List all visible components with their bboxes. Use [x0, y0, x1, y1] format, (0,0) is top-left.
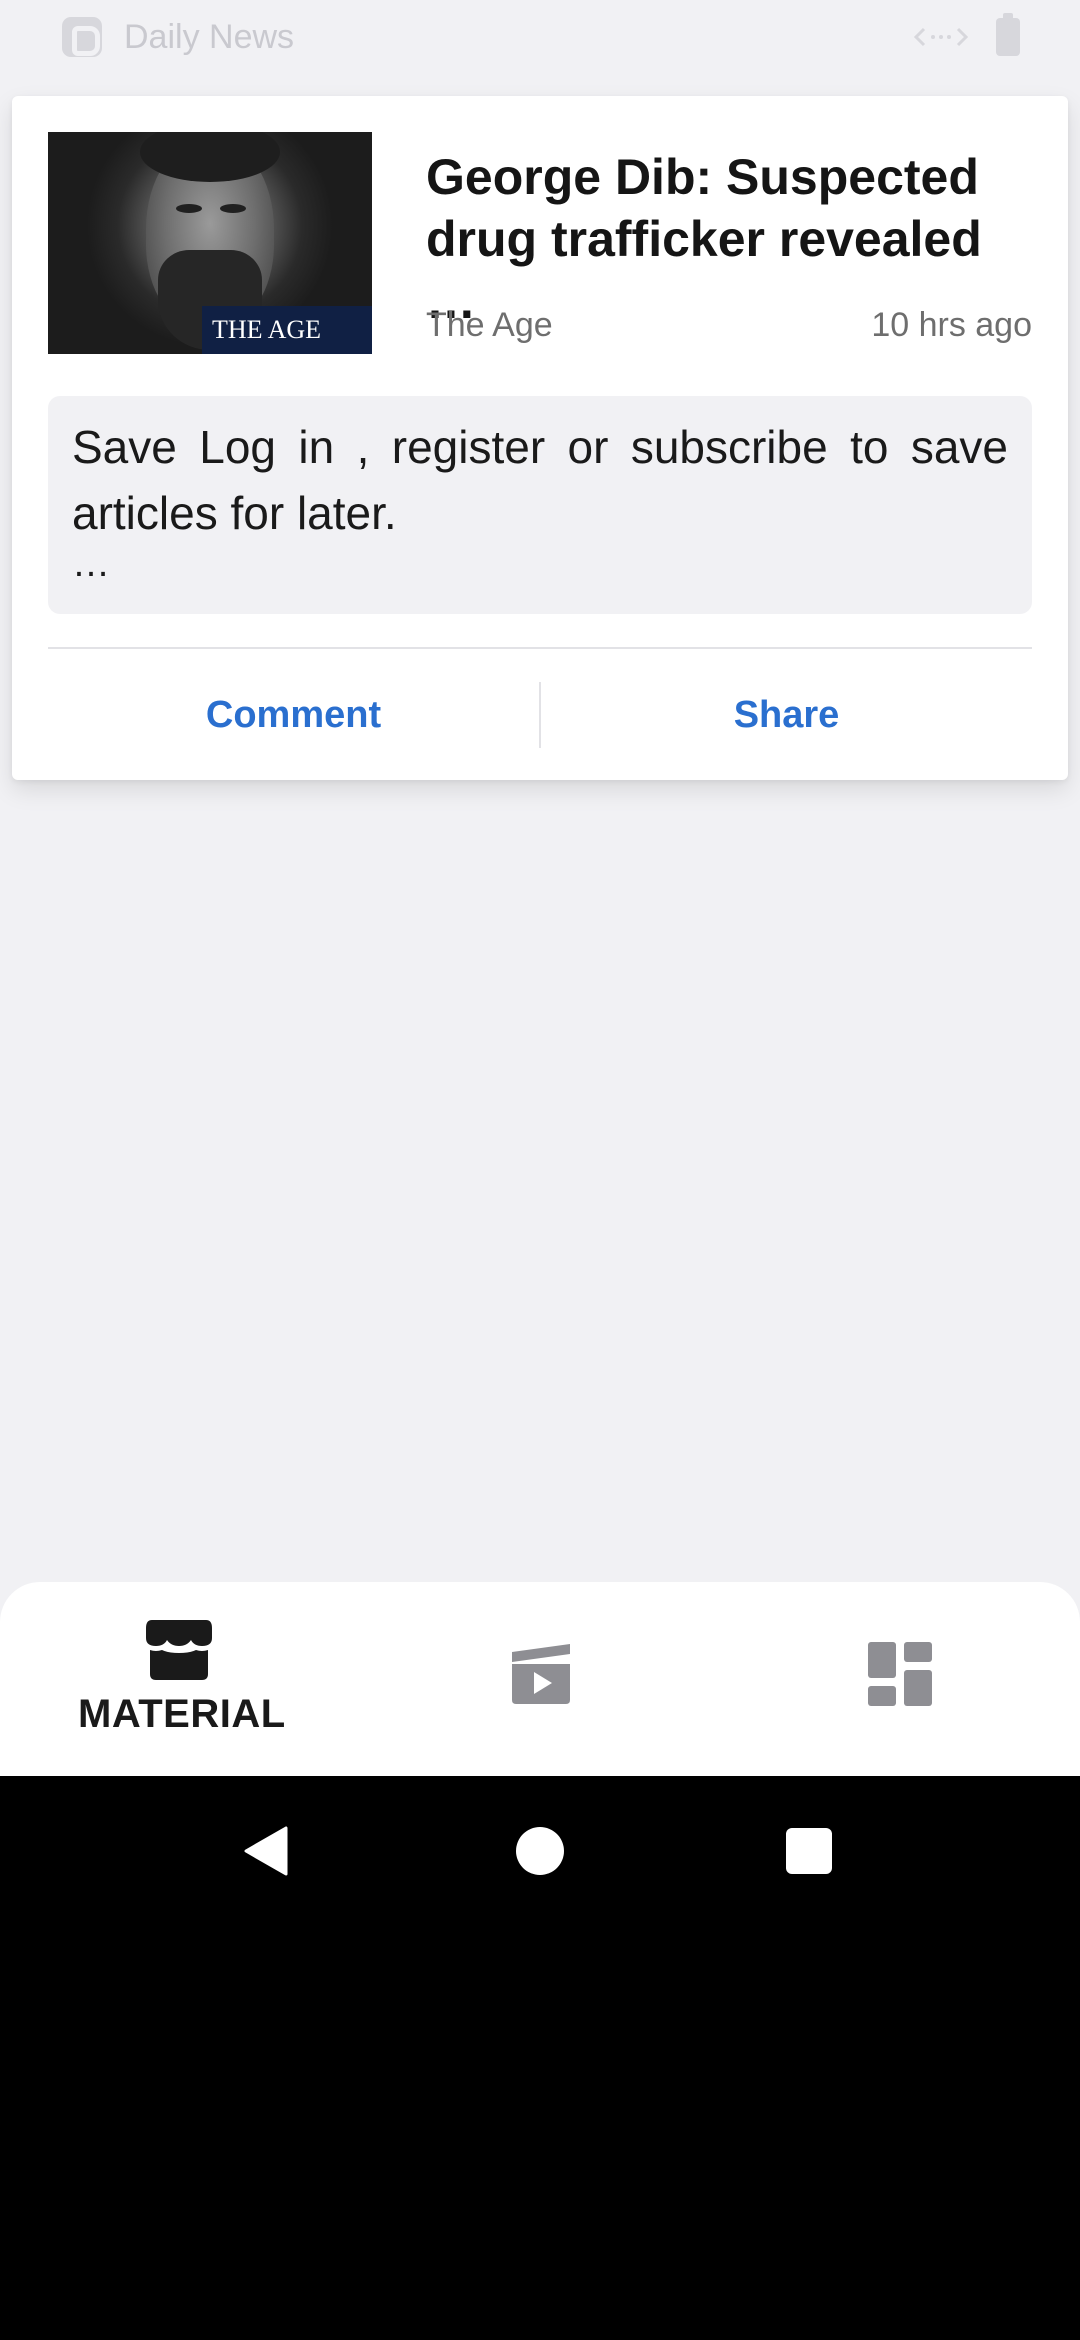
article-thumbnail[interactable]: THE AGE — [48, 132, 372, 354]
nav-item-dashboard[interactable] — [800, 1582, 1000, 1776]
card-header: THE AGE George Dib: Suspected drug traff… — [48, 132, 1032, 354]
thumbnail-eye — [220, 204, 246, 213]
app-icon — [62, 17, 102, 57]
status-icons — [914, 13, 1020, 56]
card-divider — [48, 647, 1032, 649]
nav-item-material[interactable]: MATERIAL — [78, 1582, 285, 1776]
excerpt-text: Save Log in , register or subscribe to s… — [72, 421, 1008, 539]
status-app: Daily News — [62, 17, 294, 57]
status-bar: Daily News — [0, 0, 1080, 74]
dashboard-icon — [868, 1642, 932, 1706]
comment-button[interactable]: Comment — [48, 682, 539, 748]
battery-icon — [996, 13, 1020, 56]
app-title: Daily News — [124, 17, 295, 56]
thumbnail-masthead: THE AGE — [202, 306, 372, 354]
recent-apps-icon[interactable] — [786, 1828, 832, 1874]
thumbnail-eye — [176, 204, 202, 213]
store-icon — [146, 1620, 212, 1680]
card-actions: Comment Share — [48, 682, 1032, 748]
data-transfer-icon — [914, 27, 968, 47]
video-icon — [512, 1644, 570, 1704]
back-icon[interactable] — [242, 1826, 288, 1876]
article-headline[interactable]: George Dib: Suspected drug trafficker re… — [426, 146, 1032, 332]
nav-item-video[interactable] — [440, 1582, 640, 1776]
home-icon[interactable] — [516, 1827, 564, 1875]
news-card[interactable]: THE AGE George Dib: Suspected drug traff… — [12, 96, 1068, 780]
article-source: The Age — [426, 306, 553, 344]
excerpt-ellipsis: … — [72, 543, 110, 585]
bottom-navigation: MATERIAL — [0, 1582, 1080, 1776]
nav-label-material: MATERIAL — [78, 1692, 286, 1736]
share-button[interactable]: Share — [541, 682, 1032, 748]
article-excerpt[interactable]: Save Log in , register or subscribe to s… — [48, 396, 1032, 614]
article-time: 10 hrs ago — [871, 306, 1032, 344]
system-navigation-bar — [0, 1776, 1080, 2340]
